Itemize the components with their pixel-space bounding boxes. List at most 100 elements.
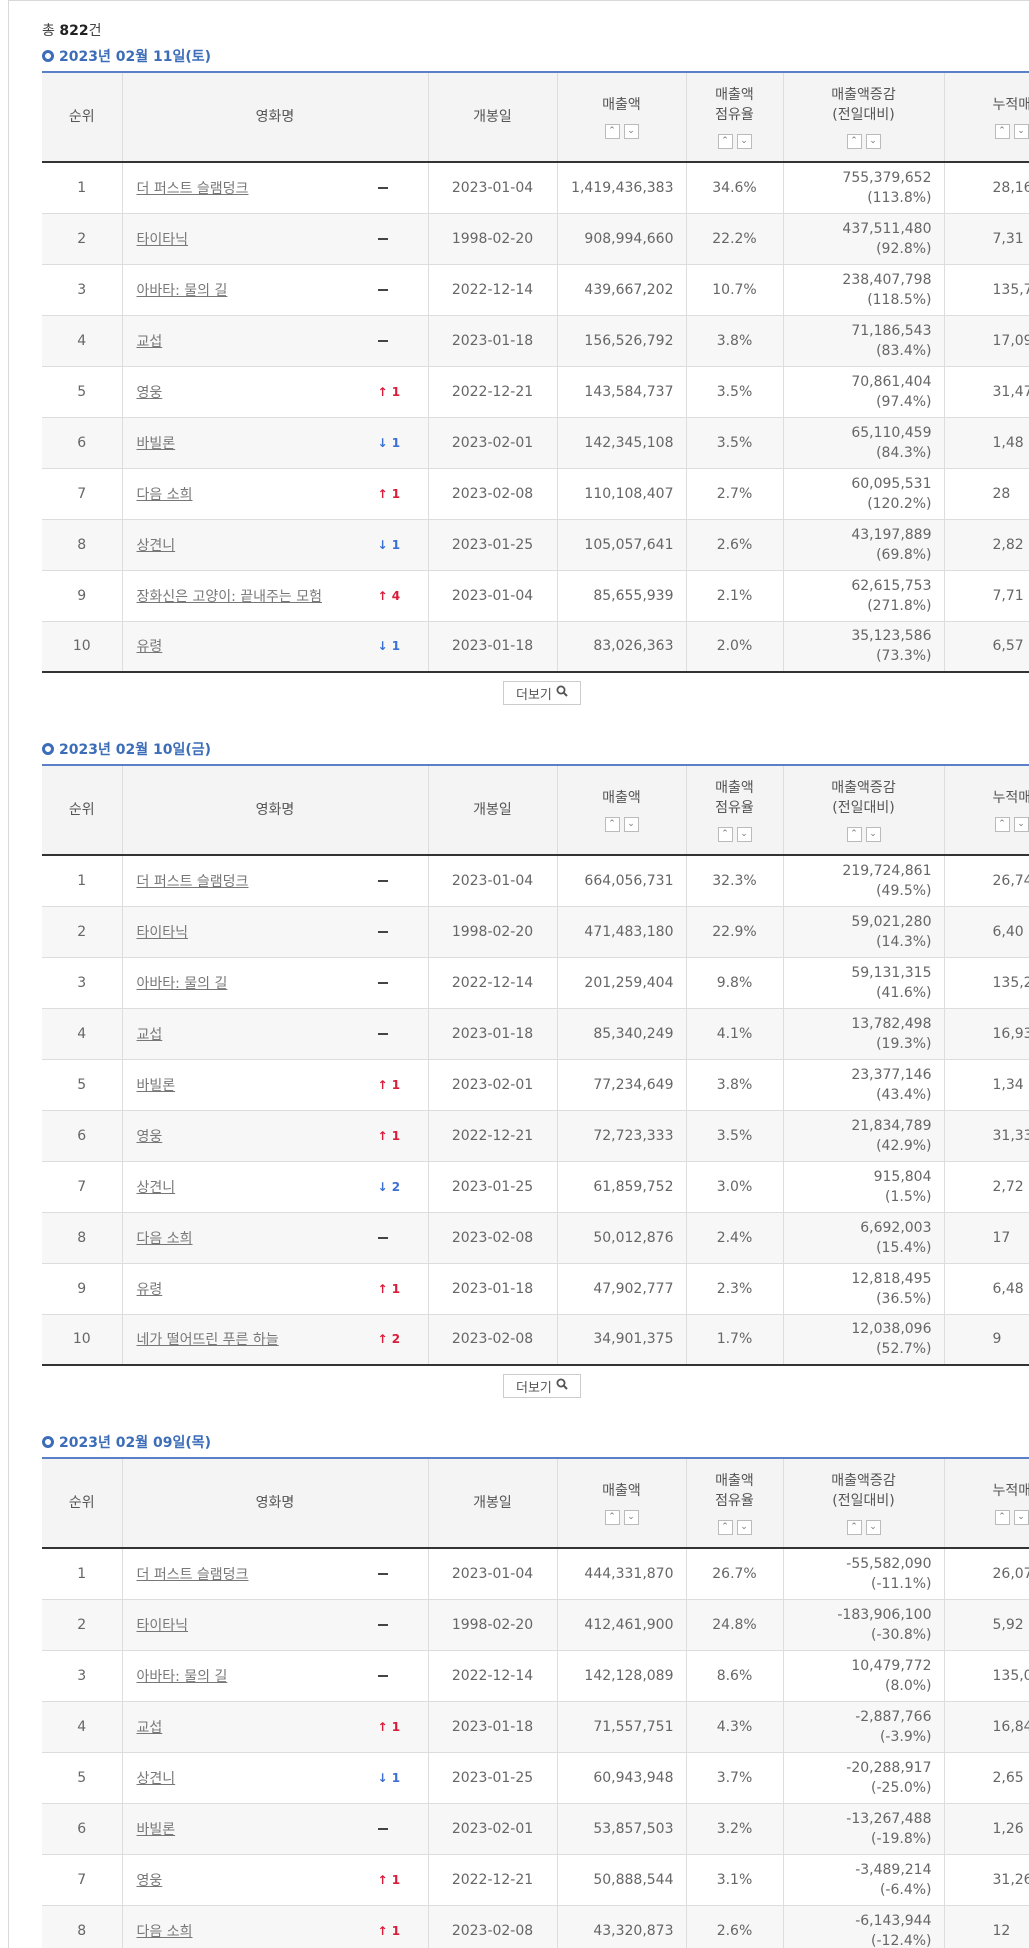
sort-asc-button[interactable]: ⌃ [717, 134, 733, 149]
movie-title-link[interactable]: 유령 [137, 636, 163, 656]
col-header-increase: 매출액증감 (전일대비) ⌃ ⌄ [783, 764, 945, 856]
more-button[interactable]: 더보기 [503, 681, 581, 705]
sort-desc-button[interactable]: ⌄ [1013, 1510, 1029, 1525]
movie-title-link[interactable]: 아바타: 물의 길 [137, 973, 228, 993]
sort-asc-button[interactable]: ⌃ [994, 124, 1010, 139]
movie-title-link[interactable]: 상견니 [137, 1768, 176, 1788]
opening-date-cell: 2023-01-04 [428, 570, 558, 622]
sort-desc-button[interactable]: ⌄ [736, 827, 752, 842]
sales-cell: 34,901,375 [557, 1314, 687, 1366]
increase-cell: -20,288,917 (-25.0%) [783, 1752, 945, 1804]
daily-boxoffice-section: 2023년 02월 10일(금) 순위 영화명 개봉일 매출액 ⌃ ⌄ 매출액 점유율 ⌃ ⌄ 매출액… [42, 739, 1029, 1398]
movie-title-link[interactable]: 상견니 [137, 535, 176, 555]
opening-date-cell: 2022-12-14 [428, 957, 558, 1009]
sort-asc-button[interactable]: ⌃ [717, 827, 733, 842]
sales-cell: 105,057,641 [557, 519, 687, 571]
movie-title-link[interactable]: 아바타: 물의 길 [137, 1666, 228, 1686]
day-date: 2023년 02월 09일(목) [59, 1435, 211, 1451]
sort-desc-button[interactable]: ⌄ [865, 134, 881, 149]
sales-cell: 110,108,407 [557, 468, 687, 520]
sort-desc-button[interactable]: ⌄ [623, 1510, 639, 1525]
sort-desc-button[interactable]: ⌄ [623, 817, 639, 832]
movie-title-link[interactable]: 상견니 [137, 1177, 176, 1197]
sort-desc-button[interactable]: ⌄ [865, 827, 881, 842]
share-cell: 3.1% [686, 1854, 784, 1906]
movie-title-link[interactable]: 영웅 [137, 382, 163, 402]
sales-cell: 142,128,089 [557, 1650, 687, 1702]
sort-desc-button[interactable]: ⌄ [736, 134, 752, 149]
table-row: 9 유령 ↑ 1 2023-01-18 47,902,777 2.3% 12,818,495… [42, 1263, 1029, 1315]
movie-title-link[interactable]: 아바타: 물의 길 [137, 280, 228, 300]
sort-asc-button[interactable]: ⌃ [846, 827, 862, 842]
rank-cell: 1 [42, 855, 123, 907]
sort-asc-button[interactable]: ⌃ [846, 134, 862, 149]
rank-cell: 4 [42, 315, 123, 367]
movie-title-link[interactable]: 바빌론 [137, 1075, 176, 1095]
cumulative-cell: 7,71 [944, 570, 1029, 622]
movie-title-link[interactable]: 더 퍼스트 슬램덩크 [137, 871, 249, 891]
increase-cell: 13,782,498 (19.3%) [783, 1008, 945, 1060]
sort-asc-button[interactable]: ⌃ [994, 817, 1010, 832]
movie-title-link[interactable]: 더 퍼스트 슬램덩크 [137, 1564, 249, 1584]
opening-date-cell: 2023-02-08 [428, 468, 558, 520]
rank-change-same [377, 232, 404, 246]
cumulative-cell: 7,31 [944, 213, 1029, 265]
circle-bullet-icon [42, 50, 54, 62]
opening-date-cell: 2022-12-14 [428, 264, 558, 316]
sales-cell: 61,859,752 [557, 1161, 687, 1213]
sort-asc-button[interactable]: ⌃ [717, 1520, 733, 1535]
share-cell: 22.2% [686, 213, 784, 265]
sort-asc-button[interactable]: ⌃ [994, 1510, 1010, 1525]
movie-title-link[interactable]: 타이타닉 [137, 922, 189, 942]
sort-desc-button[interactable]: ⌄ [1013, 817, 1029, 832]
cumulative-cell: 9 [944, 1314, 1029, 1366]
movie-title-link[interactable]: 장화신은 고양이: 끝내주는 모험 [137, 586, 323, 606]
share-cell: 4.1% [686, 1008, 784, 1060]
sort-asc-button[interactable]: ⌃ [604, 817, 620, 832]
sort-asc-button[interactable]: ⌃ [604, 1510, 620, 1525]
movie-title-link[interactable]: 타이타닉 [137, 229, 189, 249]
cumulative-cell: 28,16 [944, 162, 1029, 214]
rank-change-up: ↑ 1 [377, 1077, 401, 1092]
dash-icon [377, 1237, 388, 1239]
more-button[interactable]: 더보기 [503, 1374, 581, 1398]
opening-date-cell: 2022-12-21 [428, 1854, 558, 1906]
movie-title-link[interactable]: 더 퍼스트 슬램덩크 [137, 178, 249, 198]
movie-title-link[interactable]: 교섭 [137, 331, 163, 351]
sort-desc-button[interactable]: ⌄ [865, 1520, 881, 1535]
share-cell: 3.5% [686, 366, 784, 418]
day-date: 2023년 02월 10일(금) [59, 742, 211, 758]
movie-title-link[interactable]: 교섭 [137, 1717, 163, 1737]
opening-date-cell: 2023-02-01 [428, 1059, 558, 1111]
rank-cell: 6 [42, 1110, 123, 1162]
sort-desc-button[interactable]: ⌄ [623, 124, 639, 139]
movie-title-link[interactable]: 바빌론 [137, 1819, 176, 1839]
movie-title-link[interactable]: 다음 소희 [137, 1921, 193, 1941]
increase-cell: 21,834,789 (42.9%) [783, 1110, 945, 1162]
dash-icon [377, 340, 388, 342]
movie-title-link[interactable]: 교섭 [137, 1024, 163, 1044]
share-cell: 34.6% [686, 162, 784, 214]
movie-title-link[interactable]: 영웅 [137, 1126, 163, 1146]
movie-title-link[interactable]: 다음 소희 [137, 484, 193, 504]
movie-title-link[interactable]: 바빌론 [137, 433, 176, 453]
share-cell: 3.2% [686, 1803, 784, 1855]
movie-title-link[interactable]: 네가 떨어뜨린 푸른 하늘 [137, 1329, 279, 1349]
rank-cell: 6 [42, 1803, 123, 1855]
sort-desc-button[interactable]: ⌄ [736, 1520, 752, 1535]
table-header-row: 순위영화명개봉일매출액⌃⌄매출액점유율⌃⌄매출액증감(전일대비)⌃⌄누적매출액⌃… [42, 1457, 1029, 1549]
rank-change-up: ↑ 1 [377, 384, 401, 399]
dash-icon [377, 1624, 388, 1626]
rank-cell: 7 [42, 1854, 123, 1906]
movie-title-link[interactable]: 다음 소희 [137, 1228, 193, 1248]
opening-date-cell: 2023-02-01 [428, 1803, 558, 1855]
table-row: 2 타이타닉 1998-02-20 471,483,180 22.9% 59,021,28… [42, 906, 1029, 958]
sort-desc-button[interactable]: ⌄ [1013, 124, 1029, 139]
movie-title-link[interactable]: 유령 [137, 1279, 163, 1299]
sort-asc-button[interactable]: ⌃ [604, 124, 620, 139]
movie-title-link[interactable]: 타이타닉 [137, 1615, 189, 1635]
cumulative-cell: 1,48 [944, 417, 1029, 469]
dash-icon [377, 238, 388, 240]
sort-asc-button[interactable]: ⌃ [846, 1520, 862, 1535]
movie-title-link[interactable]: 영웅 [137, 1870, 163, 1890]
